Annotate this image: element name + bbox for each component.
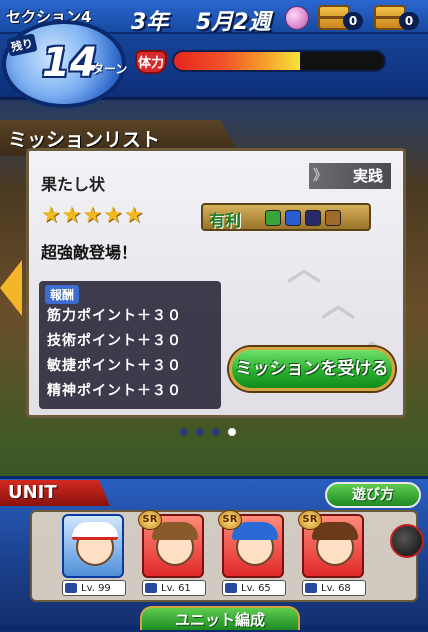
chest-count: 0: [399, 12, 419, 30]
accept-mission-button[interactable]: ミッションを受ける: [229, 347, 395, 391]
month-week-label: 5月2週: [196, 10, 271, 35]
hp-bar: [172, 50, 386, 72]
level-icon: [65, 583, 77, 593]
unit-formation-button[interactable]: ユニット編成: [140, 606, 300, 630]
planet-icon[interactable]: [285, 6, 309, 30]
advantage-box: 有利: [201, 203, 371, 231]
member-level: Lv. 61: [142, 580, 206, 596]
reward-item: 技術ポイント＋３０: [47, 333, 182, 349]
previous-arrow-icon[interactable]: [0, 260, 22, 316]
crow-icon[interactable]: [390, 524, 424, 558]
chevron-decoration-icon: ︿: [321, 285, 355, 325]
sr-rank-badge: SR: [298, 510, 322, 530]
reward-item: 筋力ポイント＋３０: [47, 308, 182, 324]
page-dot[interactable]: [180, 428, 188, 436]
chevron-decoration-icon: ︿: [287, 249, 321, 289]
hp-fill: [174, 52, 300, 70]
unit-member-player[interactable]: [62, 514, 124, 578]
mission-description: 超強敵登場！: [41, 243, 138, 262]
level-text: Lv. 99: [81, 583, 111, 594]
reward-item: 精神ポイント＋３０: [47, 383, 182, 399]
reward-item: 敏捷ポイント＋３０: [47, 358, 182, 374]
turn-unit: ターン: [92, 62, 128, 76]
reward-box: 報酬 筋力ポイント＋３０ 技術ポイント＋３０ 敏捷ポイント＋３０ 精神ポイント＋…: [39, 281, 221, 409]
level-icon: [225, 583, 237, 593]
mission-card: ︿ ︿ ︿ 実践 果たし状 ★★★★★ 有利 超強敵登場！ 報酬 筋力ポイント＋…: [26, 148, 406, 418]
level-text: Lv. 61: [161, 583, 191, 594]
difficulty-stars: ★★★★★: [41, 203, 145, 228]
page-indicator: [174, 426, 254, 438]
page-dot-active[interactable]: [228, 428, 236, 436]
member-level: Lv. 65: [222, 580, 286, 596]
top-hud: セクション4 3年 5月2週 0 0 残り 14 ターン 体力: [0, 0, 428, 108]
gear-icon: [305, 210, 321, 226]
page-dot[interactable]: [196, 428, 204, 436]
level-icon: [305, 583, 317, 593]
year-label: 3年: [131, 10, 169, 35]
how-to-play-button[interactable]: 遊び方: [325, 482, 421, 508]
glove-icon: [285, 210, 301, 226]
member-level: Lv. 99: [62, 580, 126, 596]
shield-icon: [265, 210, 281, 226]
turn-count: 14: [42, 40, 98, 86]
mission-name: 果たし状: [41, 175, 106, 194]
level-text: Lv. 65: [241, 583, 271, 594]
level-text: Lv. 68: [321, 583, 351, 594]
cap-icon: [72, 522, 118, 540]
member-level: Lv. 68: [302, 580, 366, 596]
chest-count: 0: [343, 12, 363, 30]
page-dot[interactable]: [212, 428, 220, 436]
unit-label: UNIT: [0, 480, 110, 506]
practice-tag: 実践: [309, 163, 391, 189]
medal-icon: [325, 210, 341, 226]
hp-label: 体力: [135, 50, 167, 74]
advantage-label: 有利: [209, 211, 242, 230]
sr-rank-badge: SR: [138, 510, 162, 530]
reward-header: 報酬: [45, 285, 80, 304]
sr-rank-badge: SR: [218, 510, 242, 530]
level-icon: [145, 583, 157, 593]
